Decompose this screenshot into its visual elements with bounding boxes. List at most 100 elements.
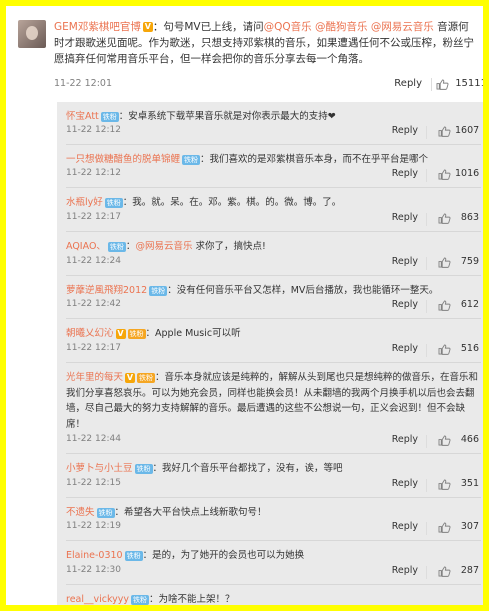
reply-item: 萝藦逆風飛翔2012 铁粉 ：没有任何音乐平台又怎样，MV后台播放，我也能循环一整天…	[57, 276, 483, 319]
reply-button[interactable]: Reply	[392, 565, 418, 576]
thumb-up-icon[interactable]	[438, 479, 451, 490]
divider	[426, 213, 427, 226]
reply-item: 怀宝Att 铁粉 ：安卓系统下载苹果音乐就是对你表示最大的支持❤ 11-22 12:…	[57, 102, 483, 145]
like-count: 759	[460, 256, 479, 267]
thumb-up-icon[interactable]	[436, 79, 449, 90]
divider	[426, 566, 427, 579]
thumb-up-icon[interactable]	[438, 522, 451, 533]
username-link[interactable]: 小萝卜与小土豆	[66, 463, 133, 474]
fan-badge: 铁粉	[107, 241, 126, 252]
divider	[431, 78, 432, 91]
reply-button[interactable]: Reply	[392, 478, 418, 489]
like-count: 351	[460, 478, 479, 489]
reply-button[interactable]: Reply	[392, 212, 418, 223]
avatar[interactable]	[18, 20, 46, 48]
like-count: 1607	[455, 125, 480, 136]
reply-item: 光年里的每天 V 铁粉 ：音乐本身就应该是纯粹的，解解从头到尾也只是想纯粹的做音乐，在…	[57, 363, 483, 454]
reply-button[interactable]: Reply	[394, 78, 422, 89]
timestamp: 11-22 12:17	[66, 343, 121, 353]
thumb-up-icon[interactable]	[438, 257, 451, 268]
reply-item: real__vickyyy 铁粉 ：为啥不能上架！？	[57, 585, 483, 605]
timestamp: 11-22 12:24	[66, 256, 121, 266]
like-count: 15111	[455, 78, 487, 89]
verified-v-icon: V	[142, 22, 153, 32]
fan-badge: 铁粉	[182, 154, 201, 165]
comment-meta: 11-22 12:19 Reply 307	[66, 521, 481, 537]
comment-meta: 11-22 12:17 Reply 863	[66, 212, 481, 228]
username-link[interactable]: 光年里的每天	[66, 372, 123, 383]
like-count: 612	[460, 299, 479, 310]
comment-meta: 11-22 12:15 Reply 351	[66, 478, 481, 494]
comment-text: 萝藦逆風飛翔2012 铁粉 ：没有任何音乐平台又怎样，MV后台播放，我也能循环一整天…	[66, 285, 439, 296]
username-link[interactable]: 萝藦逆風飛翔2012	[66, 285, 147, 296]
mention-link[interactable]: @酷狗音乐	[315, 21, 368, 33]
reply-button[interactable]: Reply	[392, 434, 418, 445]
comment-text: 小萝卜与小土豆 铁粉 ：我好几个音乐平台都找了，没有，诶，等吧	[66, 463, 343, 474]
comment-text: 朝曦乂幻沁 V 铁粉 ：Apple Music可以听	[66, 328, 241, 339]
username-link[interactable]: 水瓶ly好	[66, 197, 103, 208]
username-link[interactable]: 怀宝Att	[66, 111, 99, 122]
comment-text: GEM邓紫棋吧官博 V ：句号MV已上线，请问@QQ音乐 @酷狗音乐 @网易云音乐 …	[54, 21, 474, 65]
thumb-up-icon[interactable]	[438, 344, 451, 355]
like-count: 516	[460, 343, 479, 354]
reply-item: 不遗失 铁粉 ：希望各大平台快点上线新歌句号！ 11-22 12:19 Reply …	[57, 498, 483, 541]
divider	[426, 169, 427, 182]
mention-link[interactable]: @网易云音乐	[371, 21, 434, 33]
verified-v-icon: V	[125, 372, 136, 383]
comment-text: 一只想做糖醋鱼的脱单锦鲤 铁粉 ：我们喜欢的是邓紫棋音乐本身，而不在乎平台是哪个	[66, 154, 429, 165]
reply-button[interactable]: Reply	[392, 256, 418, 267]
like-count: 307	[460, 521, 479, 532]
thumb-up-icon[interactable]	[438, 169, 451, 180]
verified-v-icon: V	[115, 328, 126, 339]
comment-meta: 11-22 12:17 Reply 516	[66, 343, 481, 359]
username-link[interactable]: Elaine-0310	[66, 550, 123, 561]
divider	[426, 479, 427, 492]
timestamp: 11-22 12:15	[66, 478, 121, 488]
reply-button[interactable]: Reply	[392, 168, 418, 179]
username-link[interactable]: AQIAO、	[66, 241, 106, 252]
timestamp: 11-22 12:12	[66, 125, 121, 135]
timestamp: 11-22 12:12	[66, 168, 121, 178]
username-link[interactable]: 朝曦乂幻沁	[66, 328, 114, 339]
timestamp: 11-22 12:19	[66, 521, 121, 531]
mention-link[interactable]: @网易云音乐	[135, 241, 192, 252]
divider	[426, 126, 427, 139]
fan-badge: 铁粉	[127, 328, 146, 339]
like-count: 863	[460, 212, 479, 223]
thumb-up-icon[interactable]	[438, 566, 451, 577]
username-link[interactable]: 一只想做糖醋鱼的脱单锦鲤	[66, 154, 180, 165]
like-count: 466	[460, 434, 479, 445]
reply-item: Elaine-0310 铁粉 ：是的，为了她开的会员也可以为她换 11-22 12:…	[57, 541, 483, 585]
comment-text: 不遗失 铁粉 ：希望各大平台快点上线新歌句号！	[66, 507, 267, 518]
reply-item: 水瓶ly好 铁粉 ：我。就。呆。在。邓。紫。棋。的。微。博。了。 11-22 12:…	[57, 188, 483, 232]
fan-badge: 铁粉	[137, 372, 156, 383]
comment-text: 光年里的每天 V 铁粉 ：音乐本身就应该是纯粹的，解解从头到尾也只是想纯粹的做音乐，在…	[66, 372, 479, 430]
mention-link[interactable]: @QQ音乐	[264, 21, 312, 33]
thumb-up-icon[interactable]	[438, 300, 451, 311]
reply-item: AQIAO、 铁粉 ：@网易云音乐 求你了，搞快点! 11-22 12:24 Rep…	[57, 232, 483, 276]
reply-button[interactable]: Reply	[392, 343, 418, 354]
username-link[interactable]: 不遗失	[66, 507, 95, 518]
top-comment: GEM邓紫棋吧官博 V ：句号MV已上线，请问@QQ音乐 @酷狗音乐 @网易云音乐 …	[12, 12, 487, 94]
thumb-up-icon[interactable]	[438, 213, 451, 224]
comment-meta: 11-22 12:12 Reply 1607	[66, 125, 481, 141]
fan-badge: 铁粉	[104, 197, 123, 208]
fan-badge: 铁粉	[100, 111, 119, 122]
thumb-up-icon[interactable]	[438, 435, 451, 446]
like-count: 287	[460, 565, 479, 576]
thumb-up-icon[interactable]	[438, 126, 451, 137]
username-link[interactable]: real__vickyyy	[66, 594, 129, 605]
timestamp: 11-22 12:42	[66, 299, 121, 309]
fan-badge: 铁粉	[96, 507, 115, 518]
reply-button[interactable]: Reply	[392, 521, 418, 532]
divider	[426, 435, 427, 448]
timestamp: 11-22 12:44	[66, 434, 121, 444]
username-link[interactable]: GEM邓紫棋吧官博	[54, 21, 141, 33]
timestamp: 11-22 12:01	[54, 78, 113, 89]
comment-text: AQIAO、 铁粉 ：@网易云音乐 求你了，搞快点!	[66, 241, 266, 252]
reply-button[interactable]: Reply	[392, 125, 418, 136]
comment-thread: GEM邓紫棋吧官博 V ：句号MV已上线，请问@QQ音乐 @酷狗音乐 @网易云音乐 …	[12, 12, 487, 605]
reply-button[interactable]: Reply	[392, 299, 418, 310]
divider	[426, 522, 427, 535]
timestamp: 11-22 12:30	[66, 565, 121, 575]
